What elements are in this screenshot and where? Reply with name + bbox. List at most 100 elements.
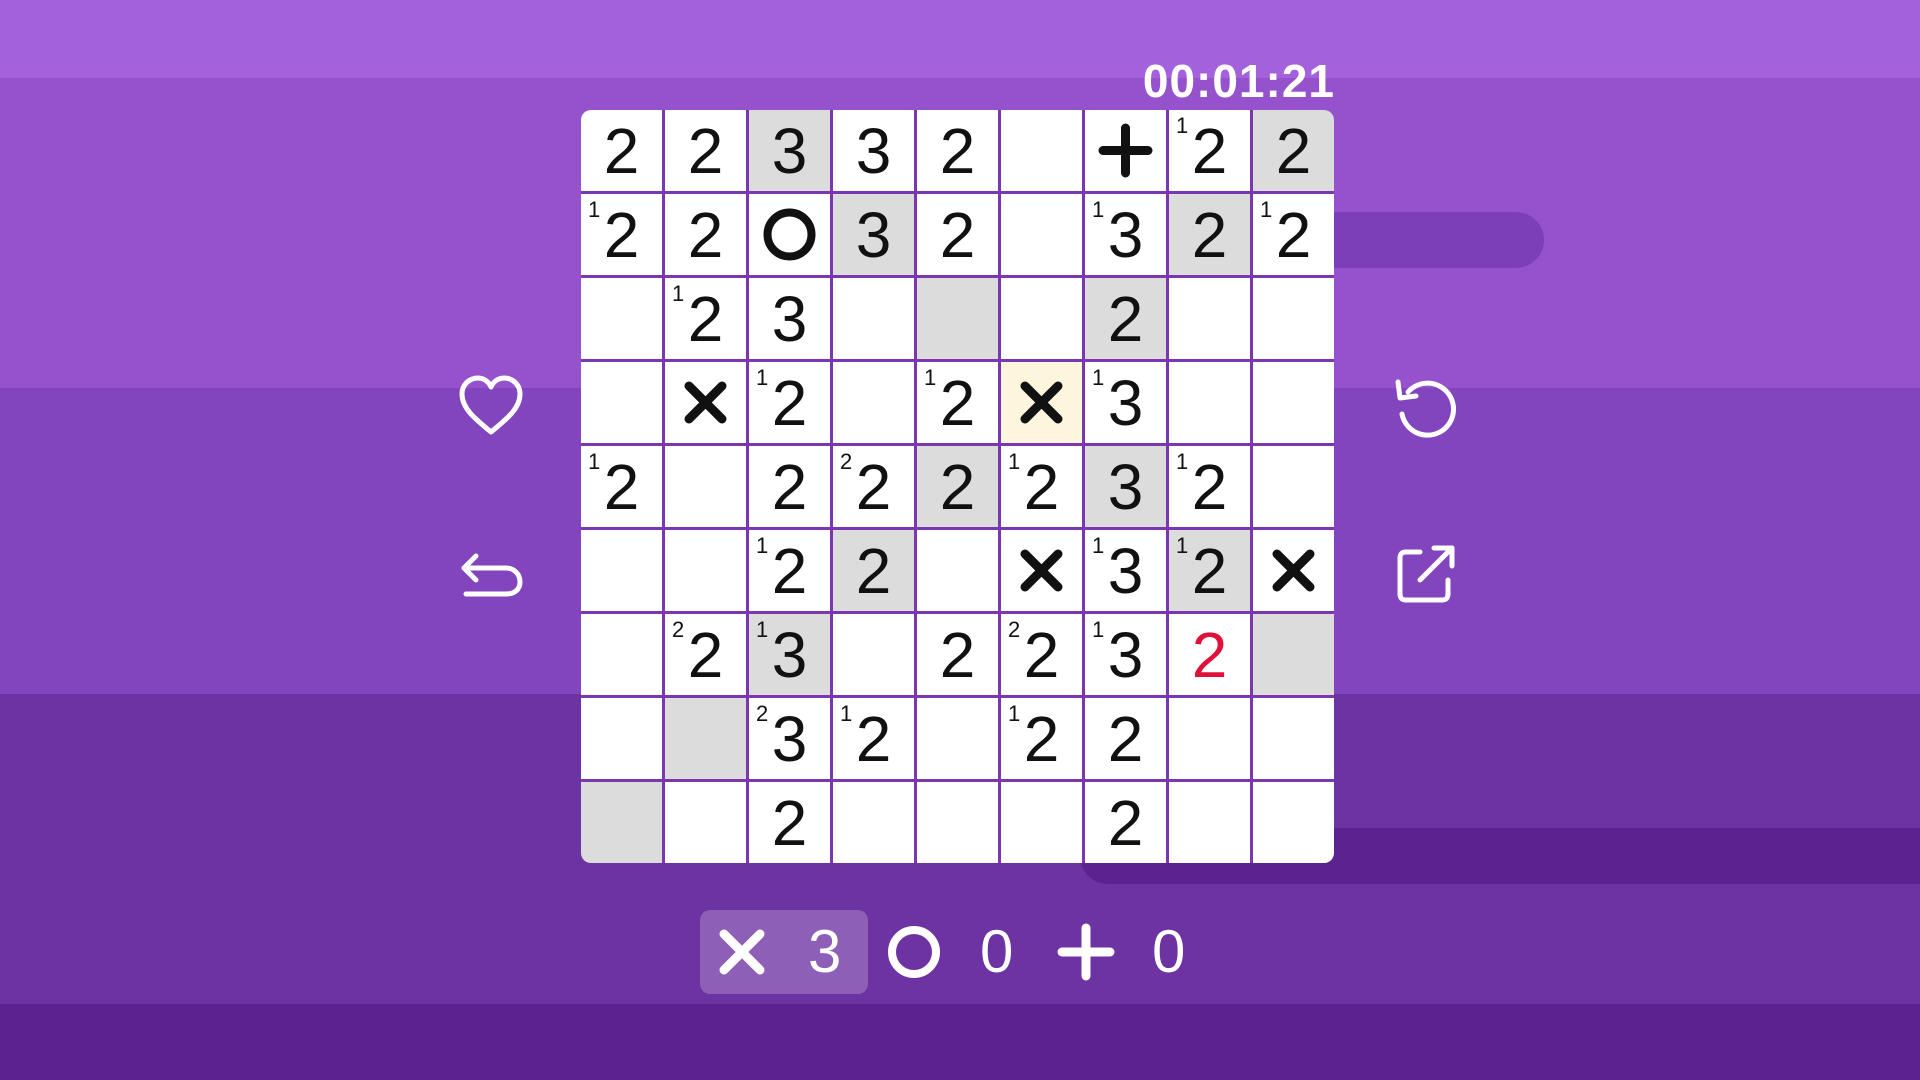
board-cell[interactable]: 2	[1169, 194, 1250, 275]
plus-mark-icon	[1098, 123, 1153, 178]
board-cell[interactable]	[1253, 698, 1334, 779]
board-cell[interactable]	[833, 362, 914, 443]
cross-count: 3	[808, 918, 842, 985]
board-cell[interactable]: 22	[665, 614, 746, 695]
board-cell[interactable]: 31	[1085, 194, 1166, 275]
game-timer: 00:01:21	[1142, 55, 1335, 107]
board-cell[interactable]	[1169, 278, 1250, 359]
board-cell[interactable]	[1169, 782, 1250, 863]
board-cell[interactable]: 21	[1169, 530, 1250, 611]
board-cell[interactable]	[665, 362, 746, 443]
board-cell[interactable]	[1001, 362, 1082, 443]
board-cell[interactable]: 2	[917, 194, 998, 275]
board-cell[interactable]: 21	[581, 194, 662, 275]
board-cell[interactable]: 31	[1085, 530, 1166, 611]
board-cell[interactable]	[833, 278, 914, 359]
board-cell[interactable]: 31	[1085, 614, 1166, 695]
board-cell[interactable]: 21	[1001, 698, 1082, 779]
board-cell[interactable]: 2	[1169, 614, 1250, 695]
undo-icon	[461, 553, 523, 597]
board-cell[interactable]: 21	[581, 446, 662, 527]
board-cell[interactable]: 2	[1085, 698, 1166, 779]
board-cell[interactable]: 31	[1085, 362, 1166, 443]
board-cell[interactable]	[1253, 278, 1334, 359]
plus-icon[interactable]	[1056, 922, 1116, 982]
board-cell[interactable]: 2	[665, 110, 746, 191]
board-cell[interactable]: 21	[665, 278, 746, 359]
board-cell[interactable]	[665, 698, 746, 779]
board-cell[interactable]: 32	[749, 698, 830, 779]
board-cell[interactable]: 21	[917, 362, 998, 443]
favorite-button[interactable]	[454, 370, 528, 444]
board-cell[interactable]: 22	[1001, 614, 1082, 695]
board-cell[interactable]	[833, 614, 914, 695]
board-cell[interactable]	[1001, 530, 1082, 611]
circle-icon[interactable]	[884, 922, 944, 982]
board-cell[interactable]: 3	[1085, 446, 1166, 527]
board-cell[interactable]	[1001, 194, 1082, 275]
board-cell[interactable]: 3	[749, 110, 830, 191]
board-cell[interactable]	[581, 530, 662, 611]
board-cell[interactable]	[917, 698, 998, 779]
board-cell[interactable]: 2	[665, 194, 746, 275]
board-cell[interactable]	[1169, 698, 1250, 779]
cell-number: 2	[855, 535, 892, 607]
share-button[interactable]	[1390, 536, 1464, 610]
board-cell[interactable]	[917, 530, 998, 611]
board-cell[interactable]: 2	[1085, 782, 1166, 863]
cross-mark-icon	[1020, 549, 1063, 592]
cross-icon[interactable]	[712, 922, 772, 982]
board-cell[interactable]: 2	[749, 446, 830, 527]
board-cell[interactable]: 2	[749, 782, 830, 863]
board-cell[interactable]	[1001, 782, 1082, 863]
board-cell[interactable]	[833, 782, 914, 863]
cell-number: 2	[939, 451, 976, 523]
restart-button[interactable]	[1390, 370, 1464, 444]
board-cell[interactable]	[1085, 110, 1166, 191]
board-cell[interactable]	[749, 194, 830, 275]
cell-hint-number: 1	[1008, 449, 1021, 474]
board-cell[interactable]: 2	[1085, 278, 1166, 359]
board-cell[interactable]	[1169, 362, 1250, 443]
cell-hint-number: 1	[924, 365, 937, 390]
board-cell[interactable]	[581, 782, 662, 863]
board-cell[interactable]	[581, 278, 662, 359]
board-cell[interactable]: 21	[749, 362, 830, 443]
board-cell[interactable]: 21	[833, 698, 914, 779]
board-cell[interactable]: 2	[917, 110, 998, 191]
undo-button[interactable]	[454, 536, 528, 610]
board-cell[interactable]	[917, 278, 998, 359]
board-cell[interactable]: 21	[749, 530, 830, 611]
board-cell[interactable]: 2	[833, 530, 914, 611]
board-cell[interactable]	[1001, 278, 1082, 359]
board-cell[interactable]	[917, 782, 998, 863]
board-cell[interactable]	[581, 698, 662, 779]
cell-hint-number: 1	[1092, 533, 1105, 558]
board-cell[interactable]: 21	[1169, 446, 1250, 527]
board-cell[interactable]	[1253, 782, 1334, 863]
board-cell[interactable]	[1253, 446, 1334, 527]
board-cell[interactable]: 3	[833, 110, 914, 191]
board-cell[interactable]: 31	[749, 614, 830, 695]
board-cell[interactable]	[665, 782, 746, 863]
board-cell[interactable]	[1253, 530, 1334, 611]
board-cell[interactable]	[581, 362, 662, 443]
board-cell[interactable]	[1253, 614, 1334, 695]
board-cell[interactable]: 2	[917, 614, 998, 695]
board-cell[interactable]: 21	[1001, 446, 1082, 527]
board-cell[interactable]	[581, 614, 662, 695]
board-cell[interactable]	[665, 530, 746, 611]
board-cell[interactable]: 2	[917, 446, 998, 527]
cell-number: 3	[855, 199, 892, 271]
board-cell[interactable]	[1001, 110, 1082, 191]
board-cell[interactable]: 21	[1169, 110, 1250, 191]
board-cell[interactable]	[1253, 362, 1334, 443]
cross-mark-icon	[1272, 549, 1315, 592]
board-cell[interactable]: 21	[1253, 194, 1334, 275]
board-cell[interactable]: 3	[833, 194, 914, 275]
board-cell[interactable]: 2	[1253, 110, 1334, 191]
board-cell[interactable]	[665, 446, 746, 527]
board-cell[interactable]: 3	[749, 278, 830, 359]
board-cell[interactable]: 2	[581, 110, 662, 191]
board-cell[interactable]: 22	[833, 446, 914, 527]
